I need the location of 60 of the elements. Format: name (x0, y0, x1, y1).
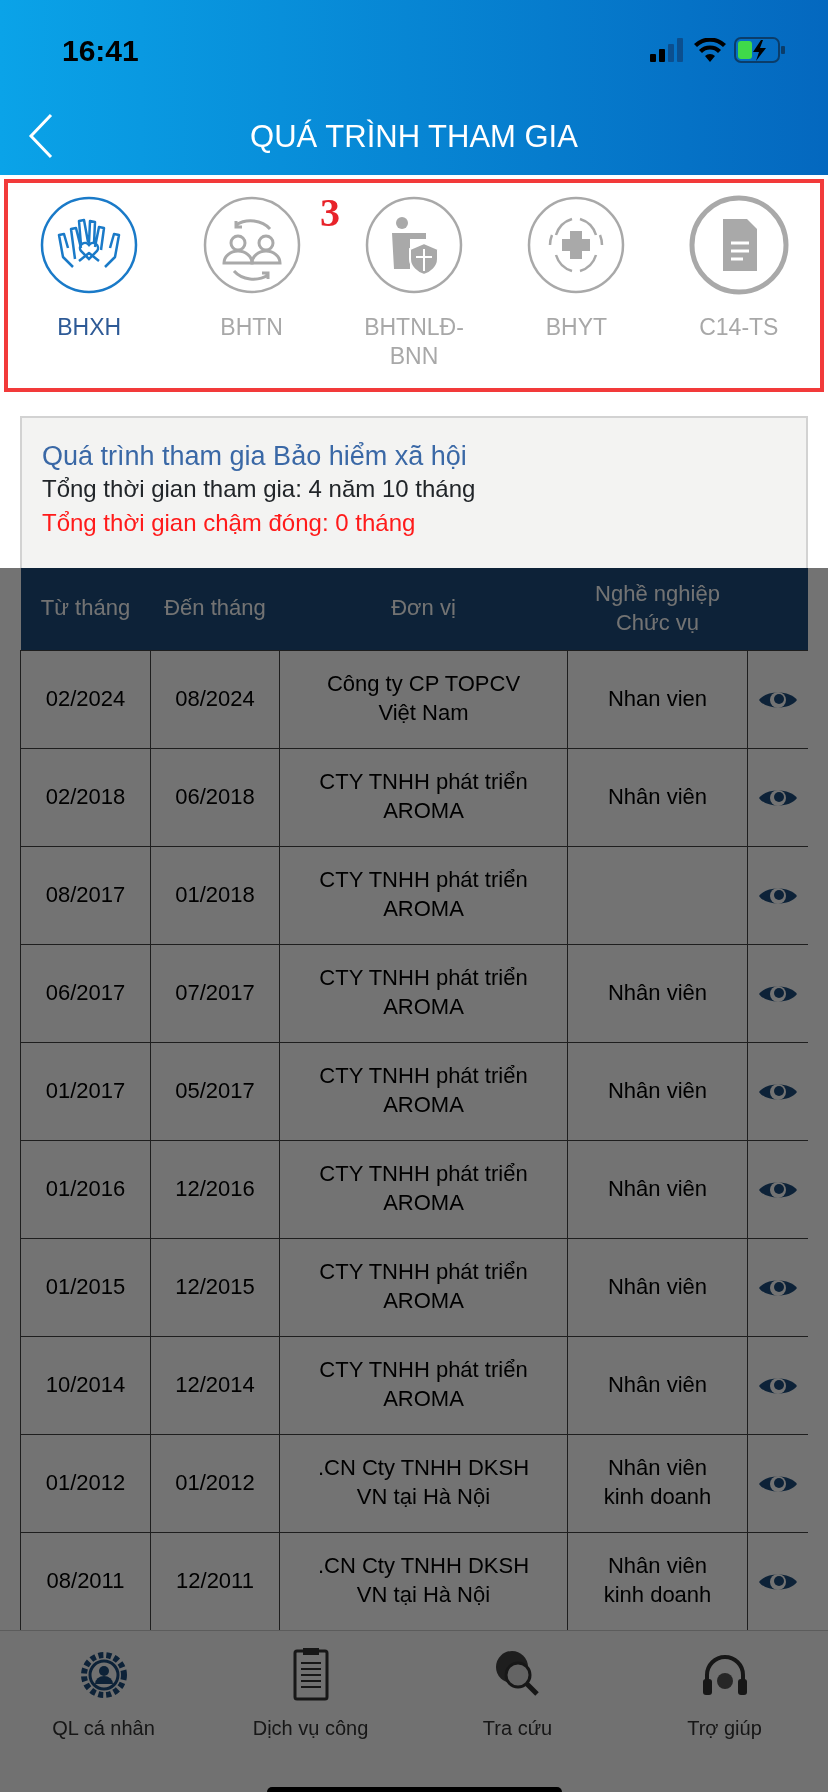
table-cell: 01/2012 (150, 1434, 280, 1532)
table-cell: Nhân viên (567, 1140, 748, 1238)
table-cell: 01/2015 (20, 1238, 151, 1336)
table-cell: Nhân viên kinh doanh (567, 1434, 748, 1532)
late-duration: Tổng thời gian chậm đóng: 0 tháng (42, 508, 417, 538)
table-cell: CTY TNHH phát triển AROMA (279, 944, 568, 1042)
table-cell: 02/2018 (20, 748, 151, 846)
medical-cross-icon (526, 195, 627, 295)
table-cell: 01/2016 (20, 1140, 151, 1238)
table-cell: Nhân viên (567, 1042, 748, 1140)
table-cell: Nhân viên (567, 1238, 748, 1336)
table-cell: 07/2017 (150, 944, 280, 1042)
table-cell: CTY TNHH phát triển AROMA (279, 1336, 568, 1434)
column-header: Đến tháng (150, 568, 280, 650)
total-duration: Tổng thời gian tham gia: 4 năm 10 tháng (42, 474, 477, 505)
table-cell: 12/2014 (150, 1336, 280, 1434)
table-cell: .CN Cty TNHH DKSH VN tại Hà Nội (279, 1434, 568, 1532)
table-cell: CTY TNHH phát triển AROMA (279, 1238, 568, 1336)
table-cell: 12/2016 (150, 1140, 280, 1238)
table-cell: CTY TNHH phát triển AROMA (279, 1140, 568, 1238)
screen-title: QUÁ TRÌNH THAM GIA (250, 118, 578, 157)
tab-item[interactable]: BHYT (495, 183, 658, 371)
nav-tab[interactable]: Trợ giúp (621, 1631, 828, 1743)
column-header: Đơn vị (279, 568, 568, 650)
annotation-number: 3 (320, 193, 340, 233)
table-cell: 06/2018 (150, 748, 280, 846)
table-cell: 01/2012 (20, 1434, 151, 1532)
table-cell: CTY TNHH phát triển AROMA (279, 846, 568, 944)
table-cell: 05/2017 (150, 1042, 280, 1140)
nav-tab[interactable]: Tra cứu (414, 1631, 621, 1743)
nav-tab[interactable]: QL cá nhân (0, 1631, 207, 1743)
signal-icon (650, 38, 686, 62)
table-cell: 01/2017 (20, 1042, 151, 1140)
column-header: Từ tháng (20, 568, 151, 650)
table-cell: 01/2018 (150, 846, 280, 944)
table-cell: Công ty CP TOPCV Việt Nam (279, 650, 568, 748)
tab-item[interactable]: C14-TS (657, 183, 821, 371)
document-icon (688, 195, 789, 295)
tab-item[interactable]: BHXH (8, 183, 171, 371)
table-cell: 06/2017 (20, 944, 151, 1042)
table-cell: CTY TNHH phát triển AROMA (279, 748, 568, 846)
nav-tab[interactable]: Dịch vụ công (207, 1631, 414, 1743)
person-shield-icon (364, 195, 464, 295)
table-cell: 08/2017 (20, 846, 151, 944)
table-cell: 08/2024 (150, 650, 280, 748)
people-exchange-icon (201, 195, 302, 295)
table-cell: 12/2015 (150, 1238, 280, 1336)
table-cell: 10/2014 (20, 1336, 151, 1434)
status-time: 16:41 (62, 32, 139, 69)
table-cell: CTY TNHH phát triển AROMA (279, 1042, 568, 1140)
wifi-icon (694, 38, 726, 62)
battery-icon (734, 37, 786, 63)
back-button[interactable] (28, 112, 54, 160)
table-cell: Nhân viên (567, 748, 748, 846)
table-cell: Nhân viên (567, 944, 748, 1042)
column-header: Nghề nghiệp Chức vụ (567, 568, 748, 650)
table-cell: 02/2024 (20, 650, 151, 748)
summary-title: Quá trình tham gia Bảo hiểm xã hội (42, 440, 468, 473)
table-cell: Nhan vien (567, 650, 748, 748)
table-cell: Nhân viên (567, 1336, 748, 1434)
